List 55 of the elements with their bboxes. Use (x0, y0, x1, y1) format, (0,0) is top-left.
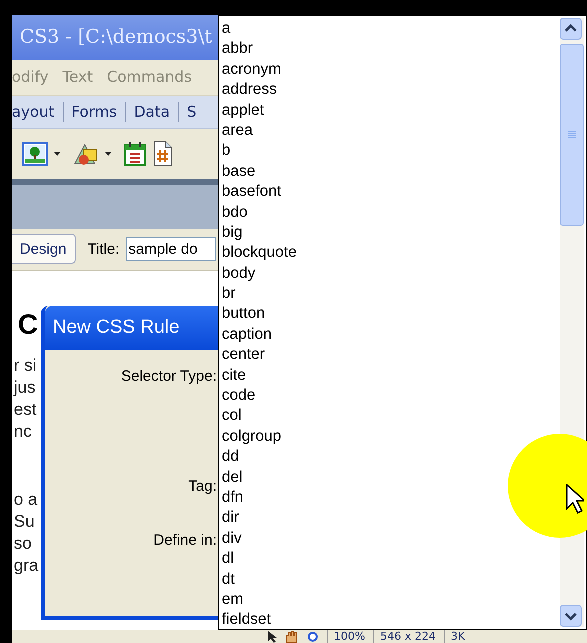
tag-option[interactable]: abbr (222, 39, 560, 60)
field-label: Selector Type: (121, 368, 217, 385)
tag-option[interactable]: area (222, 120, 560, 142)
tag-option[interactable]: blockquote (222, 243, 560, 264)
window-title: CS3 - [C:\democs3\t (20, 26, 212, 48)
scroll-down-icon[interactable] (560, 605, 582, 627)
text-line: nc (14, 420, 32, 443)
tag-option[interactable]: bdo (222, 202, 560, 223)
zoom-icon[interactable] (307, 630, 319, 642)
calendar-icon[interactable] (124, 142, 146, 166)
insert-tab[interactable]: S (187, 102, 197, 121)
text-line: r si (14, 354, 37, 377)
scroll-up-icon[interactable] (560, 18, 582, 40)
title-label: Title: (88, 240, 120, 258)
tag-option[interactable]: body (222, 264, 560, 284)
hand-icon[interactable] (285, 630, 299, 642)
scroll-thumb[interactable] (560, 44, 584, 226)
text-line: est (14, 398, 37, 421)
grip-icon (568, 131, 576, 139)
shapes-icon[interactable] (73, 142, 99, 166)
tag-option[interactable]: basefont (222, 182, 560, 203)
tag-option[interactable]: address (222, 80, 560, 101)
tag-option[interactable]: b (222, 141, 560, 162)
tag-option[interactable]: dl (222, 549, 560, 570)
tag-option[interactable]: br (222, 284, 560, 304)
caret-icon[interactable] (105, 152, 112, 156)
image-icon[interactable] (22, 142, 48, 166)
tag-option[interactable]: em (222, 590, 560, 610)
insert-tab[interactable]: Data (134, 102, 170, 121)
field-label: Tag: (188, 478, 217, 495)
tag-option[interactable]: code (222, 386, 560, 406)
tag-option[interactable]: fieldset (222, 610, 560, 631)
tag-option[interactable]: acronym (222, 60, 560, 80)
caret-icon[interactable] (54, 152, 61, 156)
pointer-icon[interactable] (267, 630, 277, 642)
tag-option[interactable]: applet (222, 100, 560, 121)
insert-tab[interactable]: Forms (72, 102, 118, 121)
field-label: Define in: (154, 532, 217, 549)
text-line: jus (14, 376, 36, 399)
text-line: so (14, 532, 32, 555)
design-button[interactable]: Design (12, 234, 76, 264)
document-icon[interactable] (152, 140, 174, 167)
text-line: gra (14, 554, 39, 577)
tag-option[interactable]: dt (222, 570, 560, 590)
tag-option[interactable]: cite (222, 366, 560, 386)
pointer-icon (566, 484, 584, 514)
title-field[interactable]: sample do (126, 237, 216, 262)
insert-tab[interactable]: ayout (12, 102, 55, 121)
page-heading: C (18, 308, 38, 341)
text-line: o a (14, 488, 38, 511)
text-line: Su (14, 510, 35, 533)
tag-option[interactable]: col (222, 406, 560, 427)
tag-option[interactable]: a (222, 19, 560, 40)
tag-option[interactable]: big (222, 222, 560, 244)
tag-option[interactable]: base (222, 162, 560, 182)
